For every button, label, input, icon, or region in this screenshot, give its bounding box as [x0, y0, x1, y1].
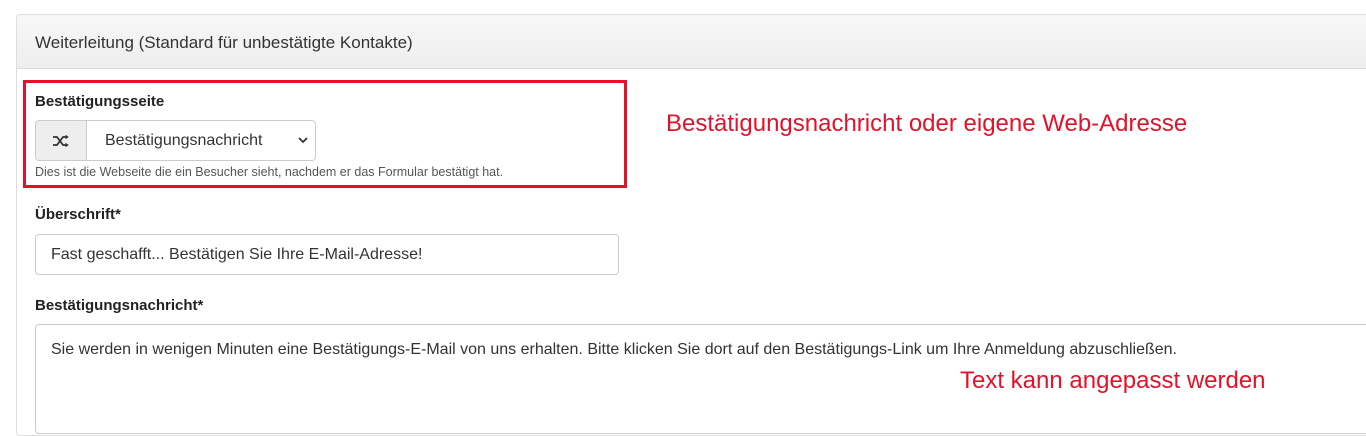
confirmation-page-help-text: Dies ist die Webseite die ein Besucher s…: [35, 165, 504, 179]
confirmation-page-select-group[interactable]: Bestätigungsnachricht: [35, 120, 316, 161]
selected-option: Bestätigungsnachricht: [105, 131, 263, 149]
chevron-down-icon: [298, 137, 308, 144]
annotation-select-note: Bestätigungsnachricht oder eigene Web-Ad…: [666, 110, 1188, 137]
confirmation-message-label: Bestätigungsnachricht*: [35, 297, 204, 314]
headline-label: Überschrift*: [35, 206, 121, 223]
headline-input[interactable]: Fast geschafft... Bestätigen Sie Ihre E-…: [35, 234, 619, 275]
panel-title: Weiterleitung (Standard für unbestätigte…: [17, 15, 1366, 69]
confirmation-message-text: Sie werden in wenigen Minuten eine Bestä…: [51, 341, 1177, 358]
annotation-text-note: Text kann angepasst werden: [960, 367, 1266, 394]
shuffle-icon: [36, 121, 87, 160]
confirmation-page-select[interactable]: Bestätigungsnachricht: [87, 121, 315, 160]
confirmation-page-label: Bestätigungsseite: [35, 93, 165, 110]
